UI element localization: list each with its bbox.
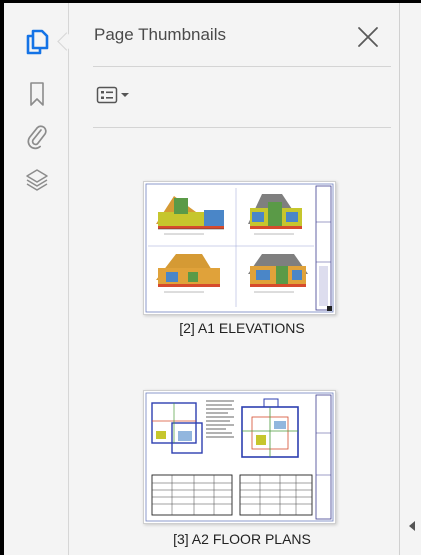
- close-panel-button[interactable]: [356, 25, 380, 49]
- collapse-panel-arrow-icon[interactable]: [409, 521, 415, 531]
- page-thumbnails-button[interactable]: [22, 27, 52, 57]
- document-area-edge: [400, 3, 421, 555]
- chevron-down-icon: [121, 93, 129, 97]
- thumbnail-label-floor-plans: [3] A2 FLOOR PLANS: [173, 531, 311, 547]
- attachment-icon: [27, 125, 47, 150]
- options-menu-button[interactable]: [96, 84, 140, 106]
- page-thumbnail-floor-plans[interactable]: [143, 390, 336, 524]
- layers-icon: [26, 169, 48, 191]
- header-divider: [93, 66, 391, 67]
- navigation-rail: [4, 3, 69, 555]
- toolbar-divider: [93, 127, 391, 128]
- close-icon: [358, 27, 378, 47]
- thumbnail-label-elevations: [2] A1 ELEVATIONS: [179, 320, 305, 336]
- elevations-drawing: [145, 183, 334, 313]
- panel-title: Page Thumbnails: [94, 25, 226, 44]
- bookmarks-button[interactable]: [22, 79, 52, 109]
- options-list-icon: [96, 86, 118, 104]
- layers-button[interactable]: [22, 165, 52, 195]
- page-thumbnail-elevations[interactable]: [143, 181, 336, 315]
- attachments-button[interactable]: [22, 122, 52, 152]
- bookmark-icon: [30, 82, 44, 106]
- thumbnails-panel: Page Thumbnails [2] A1 ELEVATIONS [3] A2…: [69, 3, 400, 555]
- page-thumbnails-icon: [26, 29, 49, 55]
- floor-plans-drawing: [145, 392, 334, 522]
- app-window: Page Thumbnails [2] A1 ELEVATIONS [3] A2…: [4, 3, 421, 555]
